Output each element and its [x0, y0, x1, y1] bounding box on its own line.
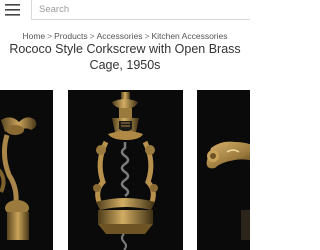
breadcrumb-home[interactable]: Home: [22, 31, 45, 41]
product-image-gallery: [0, 90, 250, 250]
page-title-line-2: Cage, 1950s: [89, 58, 161, 72]
breadcrumb-kitchen-accessories[interactable]: Kitchen Accessories: [151, 31, 227, 41]
search-input[interactable]: [39, 1, 239, 17]
top-bar: [0, 0, 250, 22]
breadcrumb-accessories[interactable]: Accessories: [97, 31, 143, 41]
gallery-image-next[interactable]: [197, 90, 250, 250]
corkscrew-handle-detail-image: [197, 90, 250, 250]
corkscrew-front-view-image: [68, 90, 183, 250]
gallery-image-previous[interactable]: [0, 90, 53, 250]
page-title-line-1: Rococo Style Corkscrew with Open Brass: [9, 42, 241, 56]
gallery-image-main[interactable]: [68, 90, 183, 250]
breadcrumb-separator: >: [47, 31, 53, 41]
breadcrumb-products[interactable]: Products: [54, 31, 88, 41]
breadcrumb: Home > Products > Accessories > Kitchen Access…: [0, 31, 250, 41]
page-title: Rococo Style Corkscrew with Open Brass C…: [0, 41, 250, 73]
menu-button[interactable]: [5, 3, 21, 17]
corkscrew-side-view-image: [0, 90, 53, 250]
breadcrumb-separator: >: [89, 31, 95, 41]
hamburger-menu-icon: [5, 4, 20, 16]
search-box: [31, 0, 250, 20]
